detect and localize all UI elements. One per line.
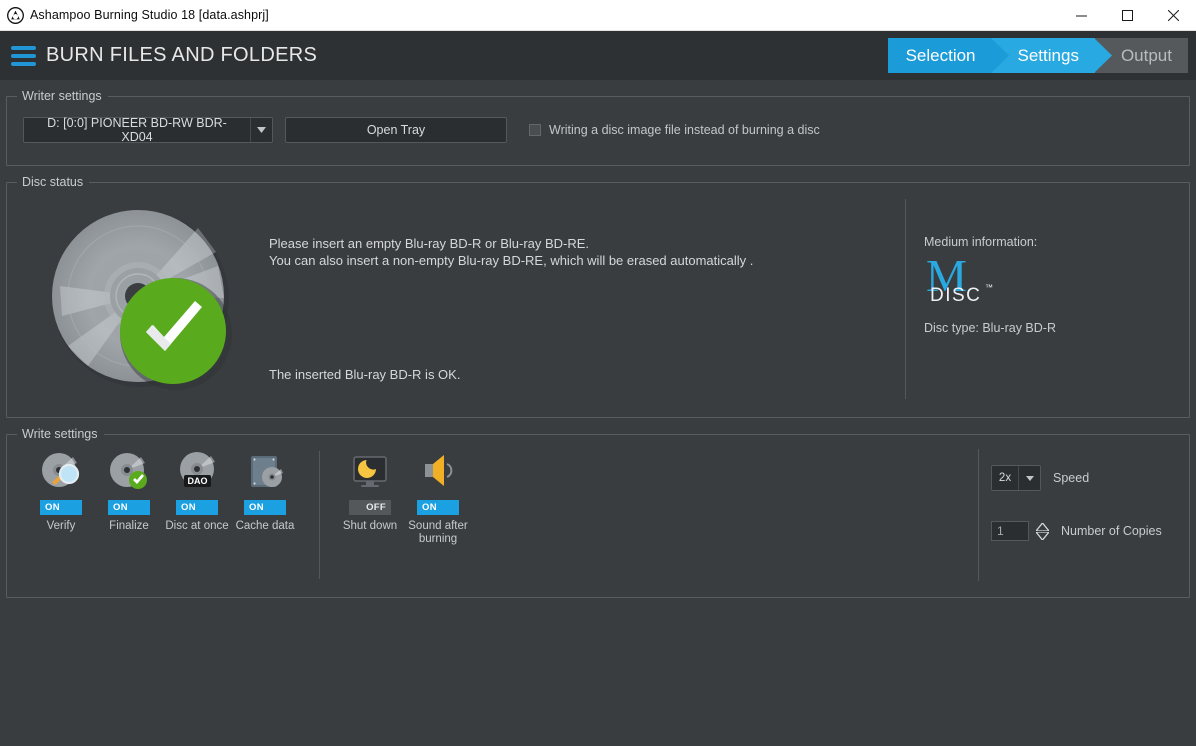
writer-settings-legend: Writer settings [17, 89, 108, 103]
speed-and-copies-panel: 2x Speed 1 [978, 449, 1183, 581]
maximize-button[interactable] [1104, 0, 1150, 31]
copies-stepper[interactable] [1036, 523, 1049, 540]
disc-type-label: Disc type: Blu-ray BD-R [924, 321, 1177, 335]
toggle-sound-after-burning[interactable]: ON Sound after burning [404, 449, 472, 581]
speed-select-value: 2x [992, 472, 1018, 484]
step-breadcrumb: Selection Settings Output [888, 38, 1188, 73]
minimize-button[interactable] [1058, 0, 1104, 31]
write-toggle-group-2: OFF Shut down [336, 449, 472, 581]
write-toggle-group-1: ON Verify [13, 449, 299, 581]
disc-dao-icon: DAO [176, 449, 218, 491]
toggle-cache-data-label: Cache data [236, 520, 295, 533]
step-selection-label: Selection [906, 46, 976, 66]
write-image-checkbox-row[interactable]: Writing a disc image file instead of bur… [529, 123, 820, 137]
write-settings-legend: Write settings [17, 427, 104, 441]
copies-label: Number of Copies [1061, 524, 1162, 538]
chevron-right-icon [1094, 38, 1112, 73]
chevron-right-icon [991, 38, 1009, 73]
toggle-disc-at-once-switch[interactable]: ON [176, 500, 218, 515]
write-settings-group: Write settings [6, 427, 1190, 598]
close-button[interactable] [1150, 0, 1196, 31]
speaker-icon [417, 449, 459, 491]
hamburger-menu-icon[interactable] [0, 46, 46, 66]
toggle-cache-data[interactable]: ON Cache data [231, 449, 299, 581]
open-tray-button[interactable]: Open Tray [285, 117, 507, 143]
disc-status-body: Please insert an empty Blu-ray BD-R or B… [13, 189, 1183, 411]
copies-input[interactable]: 1 [991, 521, 1029, 541]
medium-information: Medium information: M DISC ™ Disc type: … [905, 199, 1177, 399]
toggle-sound-after-burning-state: ON [417, 500, 459, 515]
step-output-label: Output [1121, 46, 1172, 66]
disc-check-icon [108, 449, 150, 491]
step-settings-label: Settings [1018, 46, 1079, 66]
chevron-up-icon[interactable] [1036, 523, 1049, 531]
speed-row: 2x Speed [991, 465, 1183, 491]
toggle-disc-at-once-state: ON [176, 500, 218, 515]
toggle-disc-at-once-label: Disc at once [165, 520, 228, 533]
toggle-group-divider [319, 451, 320, 579]
disc-illustration [13, 199, 269, 399]
toggle-sound-after-burning-label: Sound after burning [404, 520, 472, 546]
disc-status-legend: Disc status [17, 175, 89, 189]
mdisc-logo-disc: DISC [930, 285, 981, 307]
write-settings-body: ON Verify [13, 441, 1183, 591]
chevron-down-icon[interactable] [1036, 532, 1049, 540]
writer-settings-group: Writer settings D: [0:0] PIONEER BD-RW B… [6, 89, 1190, 166]
toggle-sound-after-burning-switch[interactable]: ON [417, 500, 459, 515]
monitor-moon-icon [349, 449, 391, 491]
toggle-shut-down-label: Shut down [343, 520, 397, 533]
toggle-verify[interactable]: ON Verify [27, 449, 95, 581]
harddrive-disc-icon [244, 449, 286, 491]
disc-magnifier-icon [40, 449, 82, 491]
medium-information-title: Medium information: [924, 235, 1177, 249]
speed-select[interactable]: 2x [991, 465, 1041, 491]
main-content: Writer settings D: [0:0] PIONEER BD-RW B… [0, 89, 1196, 746]
toggle-shut-down[interactable]: OFF Shut down [336, 449, 404, 581]
toggle-finalize-switch[interactable]: ON [108, 500, 150, 515]
chevron-down-icon [250, 118, 272, 142]
toggle-shut-down-state: OFF [349, 500, 391, 515]
chevron-down-icon [1018, 466, 1040, 490]
app-header: BURN FILES AND FOLDERS Selection Setting… [0, 31, 1196, 80]
page-title: BURN FILES AND FOLDERS [46, 44, 317, 67]
toggle-verify-state: ON [40, 500, 82, 515]
svg-text:DAO: DAO [188, 476, 208, 486]
disc-status-messages: Please insert an empty Blu-ray BD-R or B… [269, 199, 905, 399]
write-image-checkbox[interactable] [529, 124, 541, 136]
window-title: Ashampoo Burning Studio 18 [data.ashprj] [30, 8, 1058, 22]
window-controls [1058, 0, 1196, 31]
toggle-shut-down-switch[interactable]: OFF [349, 500, 391, 515]
copies-row: 1 Number of Copies [991, 521, 1183, 541]
toggle-finalize-state: ON [108, 500, 150, 515]
window-titlebar: Ashampoo Burning Studio 18 [data.ashprj] [0, 0, 1196, 31]
disc-status-line-2: You can also insert a non-empty Blu-ray … [269, 252, 905, 269]
toggle-finalize[interactable]: ON Finalize [95, 449, 163, 581]
drive-select[interactable]: D: [0:0] PIONEER BD-RW BDR-XD04 [23, 117, 273, 143]
mdisc-logo-icon: M DISC ™ [926, 257, 1177, 309]
drive-select-value: D: [0:0] PIONEER BD-RW BDR-XD04 [24, 116, 250, 144]
mdisc-logo-tm: ™ [985, 283, 993, 292]
ashampoo-logo-icon [0, 7, 30, 24]
toggle-cache-data-switch[interactable]: ON [244, 500, 286, 515]
disc-status-group: Disc status [6, 175, 1190, 418]
write-image-checkbox-label: Writing a disc image file instead of bur… [549, 123, 820, 137]
toggle-verify-switch[interactable]: ON [40, 500, 82, 515]
step-selection[interactable]: Selection [888, 38, 992, 73]
disc-ok-icon [48, 206, 234, 392]
toggle-disc-at-once[interactable]: DAO ON Disc at once [163, 449, 231, 581]
toggle-finalize-label: Finalize [109, 520, 149, 533]
speed-label: Speed [1053, 471, 1089, 485]
writer-settings-row: D: [0:0] PIONEER BD-RW BDR-XD04 Open Tra… [13, 103, 1183, 159]
disc-status-line-1: Please insert an empty Blu-ray BD-R or B… [269, 235, 905, 252]
disc-status-ok-text: The inserted Blu-ray BD-R is OK. [269, 367, 905, 382]
write-settings-spacer [472, 449, 978, 581]
toggle-cache-data-state: ON [244, 500, 286, 515]
toggle-verify-label: Verify [47, 520, 76, 533]
